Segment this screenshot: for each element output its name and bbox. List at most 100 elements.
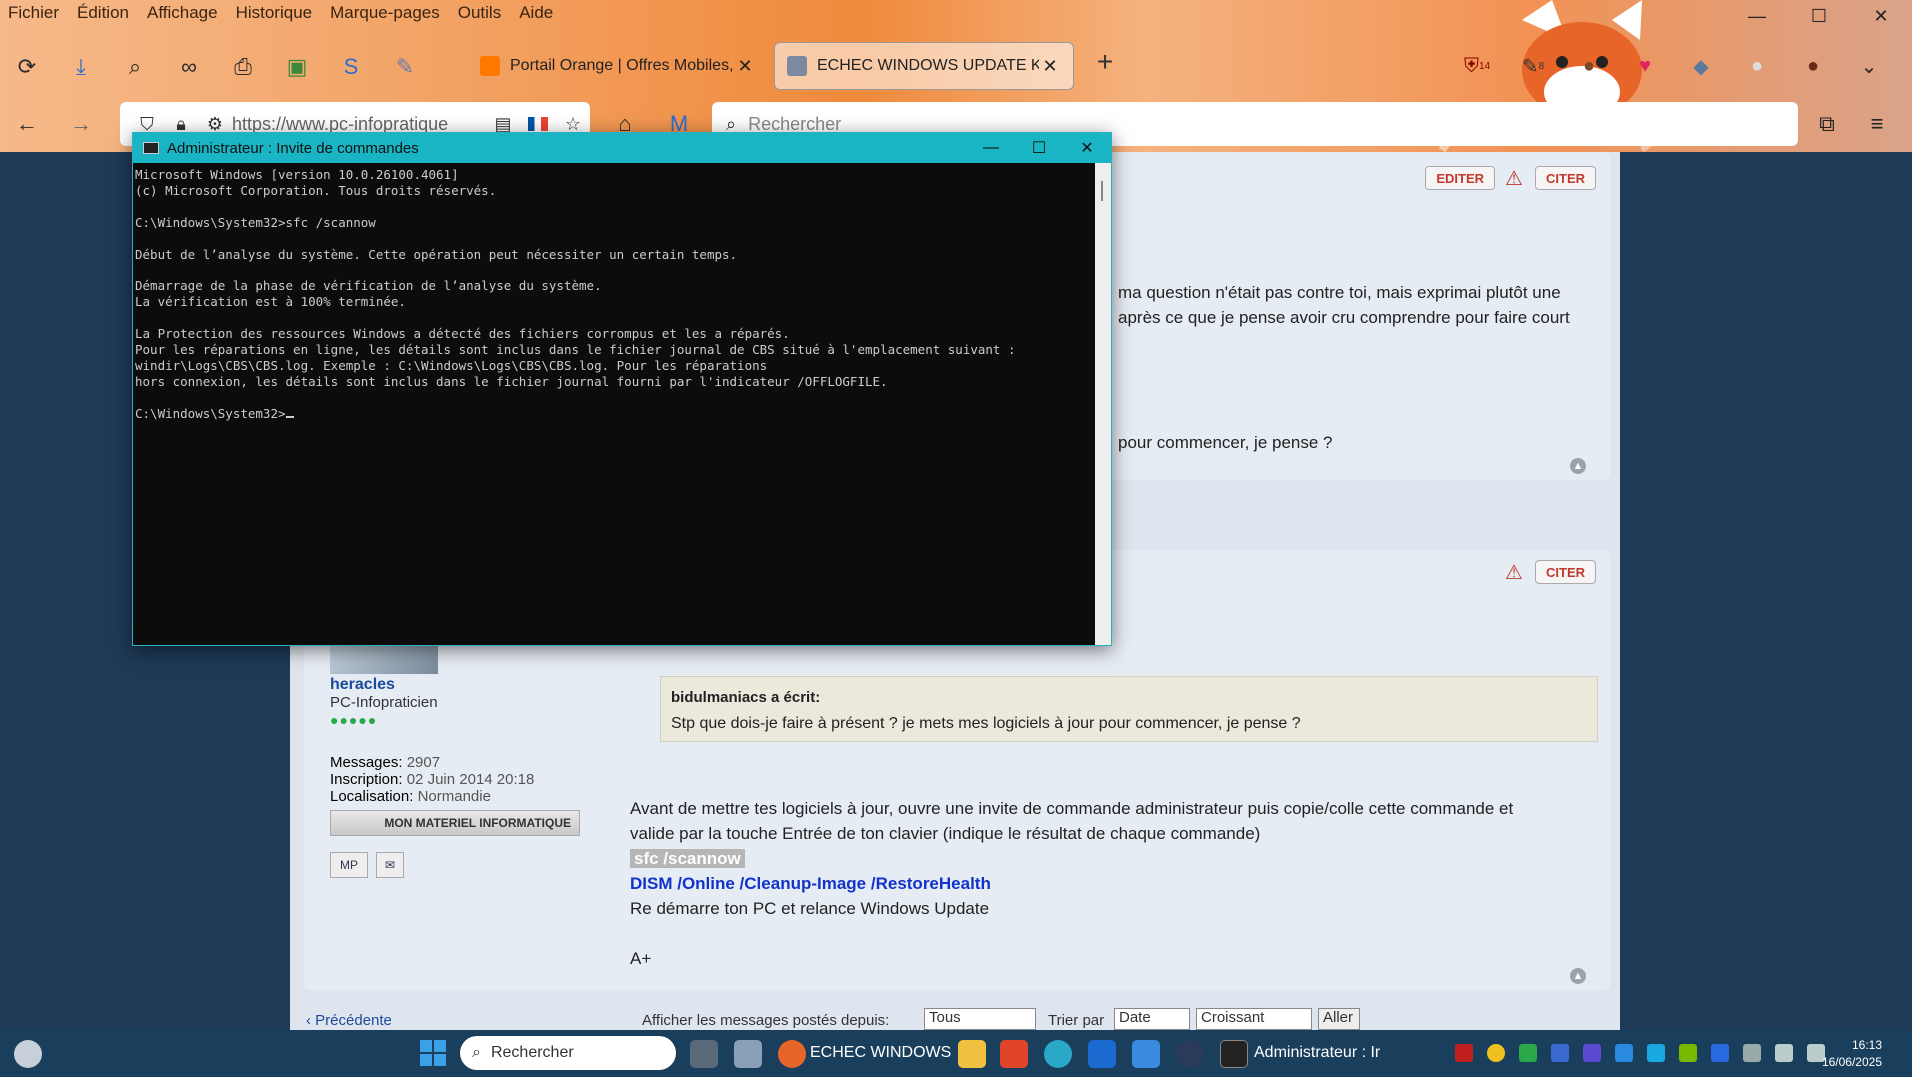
email-icon[interactable]: ✉ [376,852,404,878]
list-all-tabs-icon[interactable]: ⌄ [1847,46,1891,86]
screenshot-ext-icon[interactable]: ▣ [270,47,324,87]
firefox-taskbar-icon[interactable] [778,1040,806,1068]
forward-icon[interactable]: → [54,104,108,144]
tab-echec-windows-update[interactable]: ECHEC WINDOWS UPDATE KB5( ✕ [774,42,1074,90]
report-icon[interactable]: ⚠ [1501,166,1527,190]
ublock-icon[interactable]: ⛨ 14 [1455,46,1499,86]
console-line: windir\Logs\CBS\CBS.log. Exemple : C:\Wi… [135,357,768,373]
pen-badge-icon[interactable]: ✎ 8 [1511,46,1555,86]
menu-outils[interactable]: Outils [458,3,501,23]
start-menu-icon[interactable] [420,1040,446,1066]
tray-app-icon[interactable] [1455,1044,1473,1062]
reload-icon[interactable]: ⟳ [0,47,54,87]
taskbar-search-placeholder: Rechercher [490,1044,574,1061]
task-view-icon[interactable] [690,1040,718,1068]
localisation-label: Localisation: [330,788,414,805]
console-prompt[interactable]: C:\Windows\System32> [135,406,1095,422]
reply-sign: A+ [630,949,652,968]
tray-app-icon[interactable] [1615,1044,1633,1062]
nvidia-tray-icon[interactable] [1679,1044,1697,1062]
weather-widget-icon[interactable] [14,1040,42,1068]
show-since-select[interactable]: Tous [924,1008,1036,1030]
keyboard-icon[interactable] [1743,1044,1761,1062]
cmd-taskbar-icon[interactable] [1220,1040,1248,1068]
cmd-scrollbar[interactable] [1095,163,1111,645]
command-prompt-window[interactable]: Administrateur : Invite de commandes — ☐… [132,132,1112,646]
app-menu-icon[interactable]: ≡ [1852,104,1902,144]
tray-app-icon[interactable] [1647,1044,1665,1062]
username[interactable]: heracles [330,676,395,694]
cmd-taskbar-label[interactable]: Administrateur : Ir [1254,1044,1380,1062]
scroll-thumb[interactable] [1101,181,1103,201]
tray-app-icon[interactable] [1487,1044,1505,1062]
cmd-maximize-icon[interactable]: ☐ [1015,138,1063,158]
cmd-title-bar[interactable]: Administrateur : Invite de commandes — ☐… [133,133,1111,163]
close-tab-icon[interactable]: ✕ [734,56,756,77]
user-rank: PC-Infopraticien [330,694,438,711]
hardware-config-button[interactable]: MON MATERIEL INFORMATIQUE [330,810,580,836]
tray-app-icon[interactable] [1583,1044,1601,1062]
tray-app-icon[interactable] [1519,1044,1537,1062]
edge-icon[interactable] [1044,1040,1072,1068]
close-tab-icon[interactable]: ✕ [1039,56,1061,77]
file-explorer-icon[interactable] [958,1040,986,1068]
sort-order-select[interactable]: Croissant [1196,1008,1312,1030]
cookie-icon[interactable]: ● [1567,46,1611,86]
menu-marque-pages[interactable]: Marque-pages [330,3,440,23]
previous-link[interactable]: ‹ Précédente [306,1012,392,1029]
rank-stars: ●●●●● [330,712,378,728]
pen-ext-icon[interactable]: ✎ [378,47,432,87]
bluetooth-icon[interactable] [1711,1044,1729,1062]
store-icon[interactable] [1132,1040,1160,1068]
go-button[interactable]: Aller [1318,1008,1360,1030]
console-line: C:\Windows\System32>sfc /scannow [135,214,376,230]
post-text-line: ma question n'était pas contre toi, mais… [1118,283,1561,302]
private-mask-icon[interactable]: ∞ [162,47,216,87]
flag-fr-icon[interactable] [528,117,548,131]
menu-affichage[interactable]: Affichage [147,3,218,23]
extensions-icon[interactable]: ⧉ [1802,104,1852,144]
tray-app-icon[interactable] [1551,1044,1569,1062]
print-icon[interactable]: ⎙ [216,47,270,87]
quote-button[interactable]: CITER [1535,166,1596,190]
network-icon[interactable] [1775,1044,1793,1062]
back-icon[interactable]: ← [0,104,54,144]
tab-orange[interactable]: Portail Orange | Offres Mobiles, ✕ [468,42,768,90]
news-app-icon[interactable] [734,1040,762,1068]
cmd-minimize-icon[interactable]: — [967,139,1015,157]
edit-button[interactable]: EDITER [1425,166,1495,190]
steam-icon[interactable] [1176,1040,1204,1068]
prompt-text: C:\Windows\System32> [135,405,286,421]
maximize-icon[interactable]: ☐ [1788,0,1850,32]
menu-edition[interactable]: Édition [77,3,129,23]
outlook-icon[interactable] [1088,1040,1116,1068]
puzzle-ext-icon[interactable]: ◆ [1679,46,1723,86]
brave-icon[interactable] [1000,1040,1028,1068]
pocket-icon[interactable]: ♥ [1623,46,1667,86]
s-ext-icon[interactable]: S [324,47,378,87]
close-icon[interactable]: ✕ [1850,0,1912,32]
firefox-taskbar-label[interactable]: ECHEC WINDOWS [810,1044,951,1062]
quote-button[interactable]: CITER [1535,560,1596,584]
inscription-label: Inscription: [330,771,403,788]
cmd-close-icon[interactable]: ✕ [1063,138,1111,158]
chat-ext-icon[interactable]: ● [1735,46,1779,86]
back-to-top-icon[interactable]: ▲ [1570,458,1586,474]
minimize-icon[interactable]: — [1726,0,1788,32]
taskbar-clock[interactable]: 16:13 16/06/2025 [1822,1037,1882,1071]
search-icon[interactable]: ⌕ [108,47,162,87]
reply-line: Re démarre ton PC et relance Windows Upd… [630,899,990,918]
sort-by-select[interactable]: Date [1114,1008,1190,1030]
profile-icon[interactable]: ● [1791,46,1835,86]
menu-historique[interactable]: Historique [236,3,313,23]
cmd-console-output[interactable]: Microsoft Windows [version 10.0.26100.40… [135,165,1095,643]
menu-fichier[interactable]: Fichier [8,3,59,23]
downloads-icon[interactable]: ⤓ [54,47,108,87]
taskbar-search[interactable]: ⌕ Rechercher [460,1036,676,1070]
new-tab-icon[interactable]: + [1085,46,1125,78]
report-icon[interactable]: ⚠ [1501,560,1527,584]
private-message-button[interactable]: MP [330,852,368,878]
menu-aide[interactable]: Aide [519,3,553,23]
